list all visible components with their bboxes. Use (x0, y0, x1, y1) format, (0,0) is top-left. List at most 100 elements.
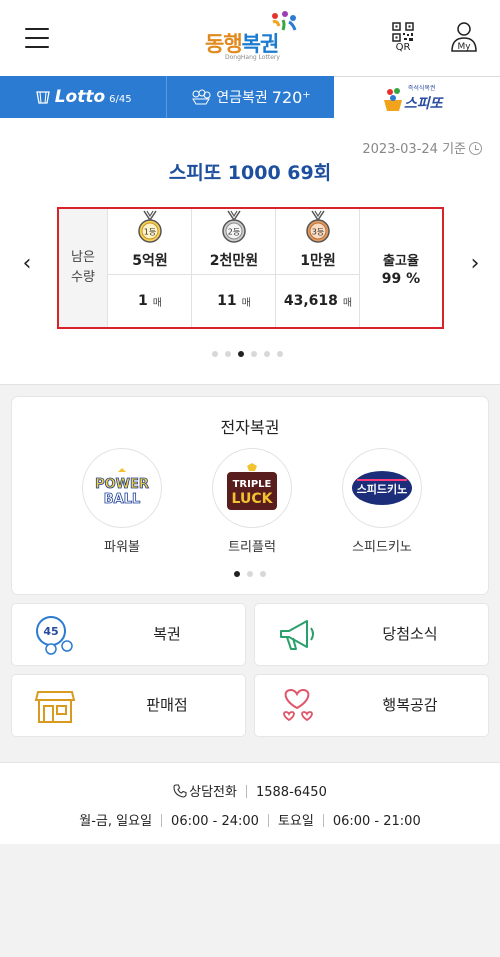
speetto-mascot-icon (383, 87, 402, 111)
lotto-ball-icon (35, 91, 50, 104)
megaphone-icon (280, 620, 314, 650)
logo-subtitle: DongHang Lottery (225, 54, 280, 61)
remaining-prize-table: 남은 수량 1등 5억원 1매 2등 2천만원 11 매 3등 1만원 43,6… (57, 207, 444, 329)
phone-label: 상담전화 (189, 785, 237, 800)
chevron-left-icon[interactable]: ‹ (20, 253, 34, 275)
quick-link-winning-news[interactable]: 당첨소식 (255, 604, 488, 665)
prize-unit-1: 매 (152, 297, 162, 309)
my-page-button[interactable]: My (447, 20, 481, 54)
silver-medal-icon: 2등 (222, 210, 246, 243)
saturday-hours: 06:00 - 21:00 (332, 814, 421, 829)
quick-link-lottery-label: 복권 (153, 625, 181, 643)
prize-column-3: 3등 1만원 43,618 매 (276, 209, 360, 327)
footer: 상담전화 1588-6450 월-금, 일요일 06:00 - 24:00 토요일 06… (0, 762, 500, 844)
clock-icon (469, 142, 482, 155)
speetto-pagination (212, 351, 283, 357)
remain-label-1: 남은 (71, 250, 95, 265)
chevron-right-icon[interactable]: › (468, 253, 482, 275)
game-powerball[interactable]: POWER BALL 파워볼 (80, 448, 164, 555)
powerball-logo: POWER BALL (95, 468, 149, 507)
rank-1-label: 1등 (144, 228, 156, 237)
date-text: 2023-03-24 기준 (362, 142, 466, 157)
qr-code-icon (392, 22, 414, 42)
qr-button[interactable]: QR (386, 22, 420, 54)
pagination-dot-active[interactable] (234, 571, 240, 577)
pagination-dot-active[interactable] (238, 351, 244, 357)
speedkeno-logo-text: 스피드키노 (357, 482, 408, 496)
pagination-dot[interactable] (260, 571, 266, 577)
game-speedkeno[interactable]: 스피드키노 스피드키노 (340, 448, 424, 555)
donghang-logo[interactable]: 동행복권 DongHang Lottery (203, 10, 303, 66)
pagination-dot[interactable] (264, 351, 270, 357)
prize-amount-1: 5억원 (132, 253, 168, 269)
quick-link-stores-label: 판매점 (146, 696, 188, 714)
prize-amount-3: 1만원 (300, 253, 336, 269)
prize-column-2: 2등 2천만원 11 매 (192, 209, 276, 327)
store-icon (34, 691, 76, 723)
quick-link-happiness[interactable]: 행복공감 (255, 675, 488, 736)
powerball-logo-text-2: BALL (104, 492, 141, 507)
logo-text-2: 복권 (241, 32, 280, 56)
pagination-dot[interactable] (225, 351, 231, 357)
e-lottery-pagination (234, 571, 266, 577)
weekday-label: 월-금, 일요일 (79, 814, 153, 829)
reference-date: 2023-03-24 기준 (362, 138, 482, 157)
prize-amount-2: 2천만원 (209, 253, 259, 269)
app-header: 동행복권 DongHang Lottery QR My (0, 0, 500, 76)
pagination-dot[interactable] (247, 571, 253, 577)
pagination-dot[interactable] (212, 351, 218, 357)
powerball-logo-text-1: POWER (95, 477, 149, 492)
tab-lotto-label: Lotto (54, 87, 106, 107)
tab-lotto[interactable]: Lotto 6/45 (0, 76, 168, 118)
prize-count-3: 43,618 (283, 293, 338, 309)
prize-unit-2: 매 (241, 297, 251, 309)
rank-3-label: 3등 (312, 228, 324, 237)
release-rate-label: 출고율 (383, 253, 419, 269)
tab-lotto-sub: 6/45 (109, 94, 132, 105)
tripleluck-logo-text-1: TRIPLE (233, 479, 272, 490)
tab-speetto-label: 스피또 (403, 95, 443, 112)
release-rate: 출고율 99 % (360, 209, 442, 327)
prize-count-2: 11 (217, 293, 237, 309)
weekday-hours: 06:00 - 24:00 (171, 814, 259, 829)
tab-pension[interactable]: 연금복권 720⁺ (167, 76, 334, 118)
quick-link-happiness-label: 행복공감 (382, 696, 438, 714)
game-tripleluck[interactable]: TRIPLE LUCK 트리플럭 (210, 448, 294, 555)
qr-label: QR (395, 42, 411, 53)
prize-unit-3: 매 (342, 297, 353, 309)
quick-link-lottery[interactable]: 45 복권 (12, 604, 245, 665)
svg-text:45: 45 (43, 625, 58, 638)
round-title: 스피또 1000 69회 (168, 162, 332, 184)
rank-2-label: 2등 (228, 228, 240, 237)
remain-label-2: 수량 (71, 270, 95, 285)
speedkeno-logo: 스피드키노 (352, 471, 412, 505)
game-tripleluck-label: 트리플럭 (228, 540, 276, 555)
pension-balls-icon (192, 89, 211, 105)
pagination-dot[interactable] (251, 351, 257, 357)
tab-speetto[interactable]: 즉석식복권 스피또 (333, 76, 500, 118)
footer-contact: 상담전화 1588-6450 (0, 781, 500, 800)
quick-link-stores[interactable]: 판매점 (12, 675, 245, 736)
e-lottery-card: 전자복권 POWER BALL 파워볼 TRIPLE LUCK 트리플럭 스피드… (12, 397, 488, 594)
tab-pension-sub: 720⁺ (271, 87, 311, 107)
tab-speetto-sub: 즉석식복권 (407, 84, 436, 92)
e-lottery-title: 전자복권 (220, 418, 280, 437)
quick-link-winning-news-label: 당첨소식 (382, 625, 438, 643)
tripleluck-logo-text-2: LUCK (232, 491, 274, 507)
lottery-balls-icon: 45 (36, 616, 73, 655)
gold-medal-icon: 1등 (138, 210, 162, 243)
pagination-dot[interactable] (277, 351, 283, 357)
my-label: My (457, 42, 471, 52)
menu-icon[interactable] (25, 28, 49, 48)
prize-count-1: 1 (138, 293, 148, 309)
game-speedkeno-label: 스피드키노 (352, 540, 412, 555)
tab-pension-label: 연금복권 (216, 90, 268, 106)
hearts-icon (283, 688, 313, 722)
saturday-label: 토요일 (277, 814, 314, 829)
phone-icon (173, 784, 187, 798)
tripleluck-logo: TRIPLE LUCK (227, 463, 277, 510)
phone-number[interactable]: 1588-6450 (256, 785, 327, 800)
release-rate-value: 99 % (381, 270, 421, 287)
logo-text-1: 동행 (205, 32, 243, 56)
game-powerball-label: 파워볼 (104, 540, 140, 555)
